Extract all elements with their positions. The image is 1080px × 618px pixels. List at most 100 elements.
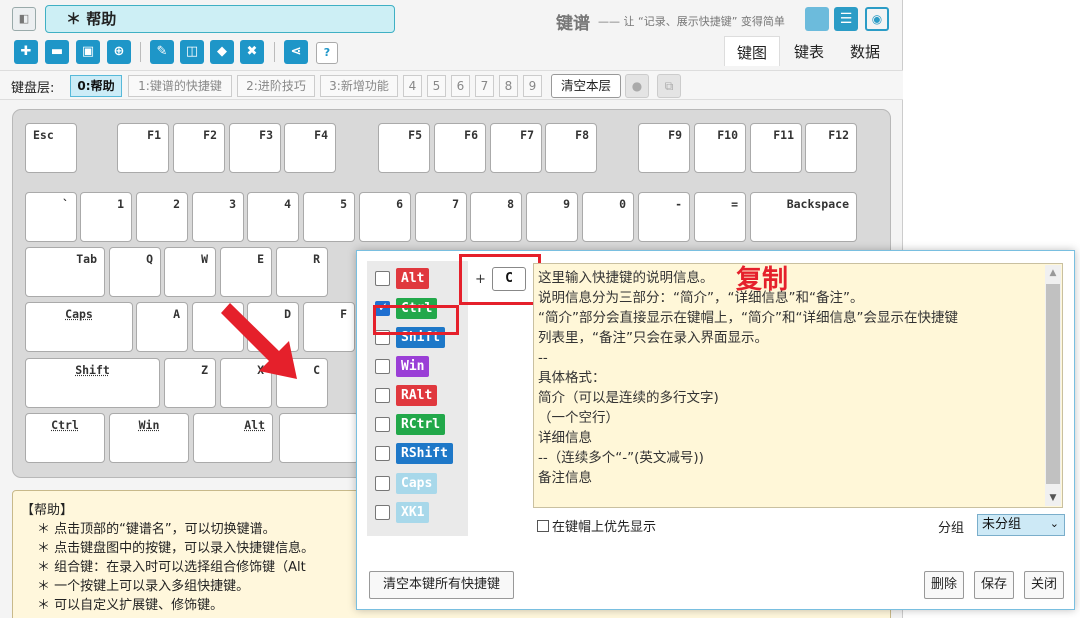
delete-button[interactable]: 删除 <box>924 571 964 599</box>
key[interactable]: E <box>220 247 272 297</box>
layer-button[interactable]: 8 <box>499 75 518 97</box>
share-icon[interactable]: ⋖ <box>284 40 308 64</box>
list-icon[interactable]: ☰ <box>834 7 858 31</box>
key[interactable]: 2 <box>136 192 188 242</box>
key[interactable]: S <box>192 302 244 352</box>
layer-button[interactable]: 6 <box>451 75 470 97</box>
scroll-up-icon[interactable]: ▲ <box>1045 265 1061 281</box>
edit-keymap-icon[interactable]: ✎ <box>150 40 174 64</box>
description-textarea[interactable]: 这里输入快捷键的说明信息。 说明信息分为三部分：“简介”，“详细信息”和“备注”… <box>533 263 1063 508</box>
split-icon[interactable]: ◫ <box>180 40 204 64</box>
key[interactable]: F5 <box>378 123 430 173</box>
apple-icon[interactable]: ● <box>625 74 649 98</box>
save-icon[interactable]: ▣ <box>76 40 100 64</box>
key[interactable]: 7 <box>415 192 467 242</box>
key[interactable]: F <box>303 302 355 352</box>
keymap-title[interactable]: ＊ 帮助 <box>45 5 395 33</box>
key[interactable]: 4 <box>247 192 299 242</box>
key[interactable]: F3 <box>229 123 281 173</box>
key[interactable]: F8 <box>545 123 597 173</box>
scroll-down-icon[interactable]: ▼ <box>1045 490 1061 506</box>
key[interactable]: Backspace <box>750 192 857 242</box>
tab-keymap[interactable]: 键图 <box>724 36 780 66</box>
window-icon[interactable]: ⧉ <box>657 74 681 98</box>
layer-button[interactable]: 4 <box>403 75 422 97</box>
key[interactable]: F2 <box>173 123 225 173</box>
key[interactable]: W <box>164 247 216 297</box>
key[interactable]: 3 <box>192 192 244 242</box>
key[interactable]: F10 <box>694 123 746 173</box>
key[interactable]: F1 <box>117 123 169 173</box>
delete-icon[interactable]: ✖ <box>240 40 264 64</box>
modifier-row[interactable]: XK1 <box>375 501 430 523</box>
clear-layer-button[interactable]: 清空本层 <box>551 74 621 98</box>
layer-button[interactable]: 0:帮助 <box>70 75 122 97</box>
key[interactable]: C <box>276 358 328 408</box>
key[interactable]: F7 <box>490 123 542 173</box>
key[interactable]: A <box>136 302 188 352</box>
modifier-checkbox[interactable] <box>375 387 390 403</box>
key[interactable]: Z <box>164 358 216 408</box>
key[interactable]: Q <box>109 247 161 297</box>
key[interactable]: F9 <box>638 123 690 173</box>
key[interactable]: = <box>694 192 746 242</box>
scrollbar-thumb[interactable] <box>1046 284 1060 484</box>
back-icon[interactable]: ◧ <box>12 7 36 31</box>
layer-button[interactable]: 1:键谱的快捷键 <box>128 75 232 97</box>
modifier-row[interactable]: Win <box>375 355 430 377</box>
modifier-checkbox[interactable] <box>375 270 390 286</box>
key[interactable]: 1 <box>80 192 132 242</box>
priority-checkbox[interactable] <box>537 519 549 532</box>
key[interactable]: ` <box>25 192 77 242</box>
modifier-row[interactable]: RCtrl <box>375 413 446 435</box>
layer-button[interactable]: 5 <box>427 75 446 97</box>
save-button[interactable]: 保存 <box>974 571 1014 599</box>
key[interactable]: 6 <box>359 192 411 242</box>
priority-option[interactable]: 在键帽上优先显示 <box>537 516 656 535</box>
layer-button[interactable]: 2:进阶技巧 <box>237 75 315 97</box>
key[interactable]: Ctrl <box>25 413 105 463</box>
save-as-icon[interactable]: ⊕ <box>107 40 131 64</box>
key[interactable]: R <box>276 247 328 297</box>
key[interactable]: Caps <box>25 302 133 352</box>
eraser-icon[interactable]: ◆ <box>210 40 234 64</box>
modifier-checkbox[interactable] <box>375 445 390 461</box>
modifier-row[interactable]: Alt <box>375 267 430 289</box>
key[interactable]: F6 <box>434 123 486 173</box>
tab-data[interactable]: 数据 <box>840 36 890 66</box>
key[interactable]: 9 <box>526 192 578 242</box>
key[interactable]: Win <box>109 413 189 463</box>
modifier-checkbox[interactable] <box>375 358 390 374</box>
modifier-row[interactable]: RAlt <box>375 384 438 406</box>
key[interactable]: X <box>220 358 272 408</box>
modifier-row[interactable]: RShift <box>375 442 453 464</box>
help-icon[interactable]: ? <box>316 42 338 64</box>
key[interactable]: F12 <box>805 123 857 173</box>
tab-keytable[interactable]: 键表 <box>784 36 834 66</box>
open-folder-icon[interactable]: ▬ <box>45 40 69 64</box>
key[interactable]: F4 <box>284 123 336 173</box>
key[interactable]: 8 <box>470 192 522 242</box>
layer-button[interactable]: 9 <box>523 75 542 97</box>
key[interactable]: Alt <box>193 413 273 463</box>
key[interactable]: D <box>247 302 299 352</box>
key[interactable]: - <box>638 192 690 242</box>
layer-button[interactable]: 7 <box>475 75 494 97</box>
clear-all-shortcuts-button[interactable]: 清空本键所有快捷键 <box>369 571 514 599</box>
key[interactable]: 0 <box>582 192 634 242</box>
key[interactable]: Tab <box>25 247 105 297</box>
new-file-icon[interactable]: ✚ <box>14 40 38 64</box>
modifier-checkbox[interactable] <box>375 416 390 432</box>
modifier-checkbox[interactable] <box>375 475 390 491</box>
key[interactable]: Esc <box>25 123 77 173</box>
key[interactable]: F11 <box>750 123 802 173</box>
key[interactable]: 5 <box>303 192 355 242</box>
close-button[interactable]: 关闭 <box>1024 571 1064 599</box>
modifier-row[interactable]: Caps <box>375 472 438 494</box>
screenshot-icon[interactable]: ◉ <box>865 7 889 31</box>
layer-button[interactable]: 3:新增功能 <box>320 75 398 97</box>
layout-icon[interactable] <box>805 7 829 31</box>
key[interactable]: Shift <box>25 358 160 408</box>
key-input[interactable]: C <box>492 267 526 291</box>
group-select[interactable]: 未分组 ⌄ <box>977 514 1065 536</box>
